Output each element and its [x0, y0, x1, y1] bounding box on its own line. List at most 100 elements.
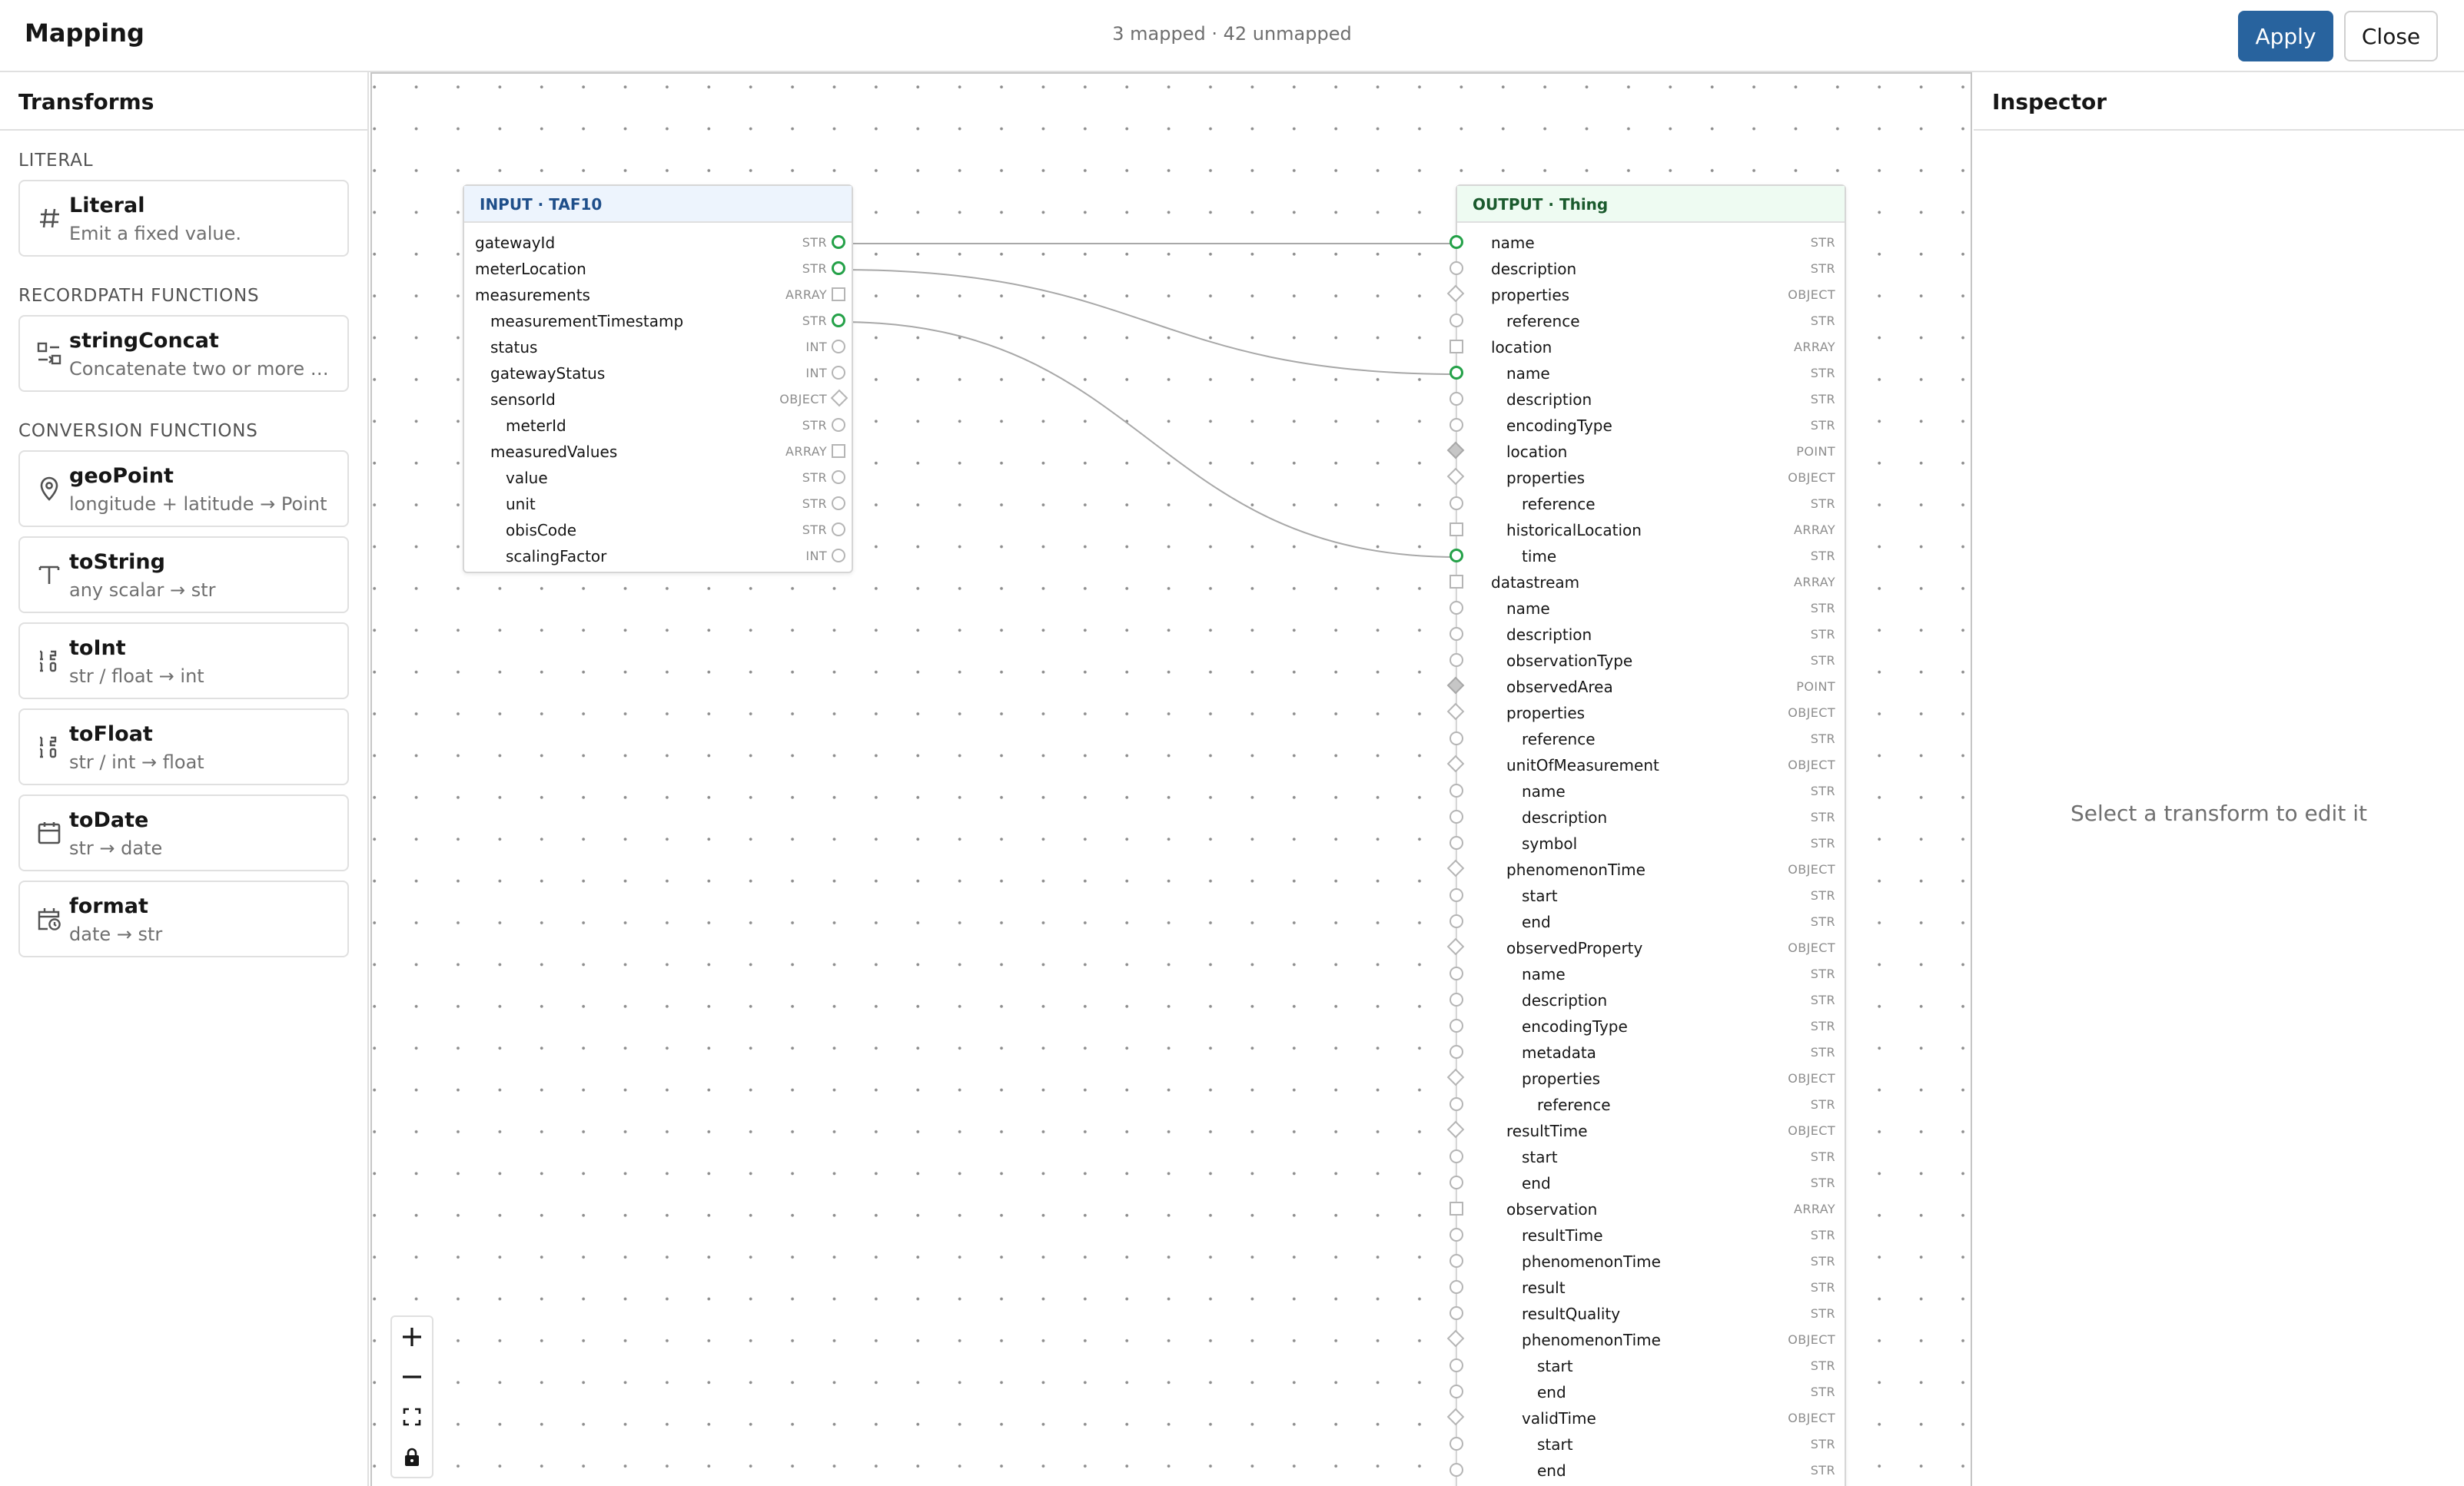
- input-field-measuredValues[interactable]: measuredValues ARRAY: [464, 438, 852, 464]
- output-field-location[interactable]: location ARRAY: [1450, 333, 1845, 360]
- output-field-resultTime[interactable]: resultTime STR: [1450, 1222, 1845, 1248]
- field-port[interactable]: [832, 313, 845, 327]
- field-port[interactable]: [832, 418, 845, 432]
- output-field-observedArea[interactable]: observedArea POINT: [1446, 673, 1845, 699]
- input-field-sensorId[interactable]: sensorId OBJECT: [464, 386, 852, 412]
- lock-icon[interactable]: [392, 1437, 432, 1477]
- field-port[interactable]: [1450, 366, 1463, 380]
- output-field-location[interactable]: location POINT: [1446, 438, 1845, 464]
- field-port[interactable]: [1450, 1097, 1463, 1111]
- mapping-canvas[interactable]: INPUT · TAF10 gatewayId STR meterLocation S…: [370, 72, 1972, 1486]
- field-port[interactable]: [1450, 1254, 1463, 1268]
- output-field-reference[interactable]: reference STR: [1450, 725, 1845, 751]
- output-field-name[interactable]: name STR: [1450, 778, 1845, 804]
- output-field-phenomenonTime[interactable]: phenomenonTime OBJECT: [1446, 1326, 1845, 1352]
- output-field-name[interactable]: name STR: [1450, 360, 1845, 386]
- transform-card-stringconcat[interactable]: stringConcat Concatenate two or more valu…: [18, 315, 349, 392]
- output-field-observationType[interactable]: observationType STR: [1450, 647, 1845, 673]
- output-field-validTime[interactable]: validTime OBJECT: [1446, 1405, 1845, 1431]
- output-field-description[interactable]: description STR: [1450, 804, 1845, 830]
- input-field-scalingFactor[interactable]: scalingFactor INT: [464, 542, 852, 569]
- input-field-measurements[interactable]: measurements ARRAY: [464, 281, 852, 307]
- output-field-encodingType[interactable]: encodingType STR: [1450, 412, 1845, 438]
- field-port[interactable]: [1450, 1358, 1463, 1372]
- output-node[interactable]: OUTPUT · Thing name STR description STR prop…: [1446, 184, 1846, 1486]
- field-port[interactable]: [1450, 810, 1463, 824]
- output-field-properties[interactable]: properties OBJECT: [1446, 1065, 1845, 1091]
- field-port[interactable]: [832, 235, 845, 249]
- output-field-description[interactable]: description STR: [1450, 255, 1845, 281]
- field-port[interactable]: [1450, 235, 1463, 249]
- field-port[interactable]: [832, 470, 845, 484]
- field-port[interactable]: [1450, 392, 1463, 406]
- input-node[interactable]: INPUT · TAF10 gatewayId STR meterLocation S…: [463, 184, 853, 573]
- output-field-reference[interactable]: reference STR: [1450, 1091, 1845, 1117]
- apply-button[interactable]: Apply: [2238, 11, 2333, 61]
- output-field-phenomenonTime[interactable]: phenomenonTime OBJECT: [1446, 856, 1845, 882]
- field-port[interactable]: [1450, 1385, 1463, 1398]
- output-field-unitOfMeasurement[interactable]: unitOfMeasurement OBJECT: [1446, 751, 1845, 778]
- close-button[interactable]: Close: [2344, 11, 2438, 61]
- field-port[interactable]: [832, 444, 845, 458]
- output-field-properties[interactable]: properties OBJECT: [1446, 464, 1845, 490]
- input-field-gatewayId[interactable]: gatewayId STR: [464, 229, 852, 255]
- output-field-description[interactable]: description STR: [1450, 621, 1845, 647]
- fit-view-icon[interactable]: [392, 1397, 432, 1437]
- field-port[interactable]: [830, 389, 848, 407]
- field-port[interactable]: [1450, 888, 1463, 902]
- output-field-reference[interactable]: reference STR: [1450, 490, 1845, 516]
- field-port[interactable]: [1450, 418, 1463, 432]
- output-field-time[interactable]: time STR: [1450, 542, 1845, 569]
- output-field-resultTime[interactable]: resultTime OBJECT: [1446, 1117, 1845, 1143]
- input-field-status[interactable]: status INT: [464, 333, 852, 360]
- field-port[interactable]: [1450, 575, 1463, 589]
- output-field-start[interactable]: start STR: [1450, 1431, 1845, 1457]
- output-field-result[interactable]: result STR: [1450, 1274, 1845, 1300]
- output-field-description[interactable]: description STR: [1450, 386, 1845, 412]
- field-port[interactable]: [1450, 967, 1463, 980]
- field-port[interactable]: [1450, 993, 1463, 1007]
- field-port[interactable]: [1450, 1176, 1463, 1189]
- input-field-gatewayStatus[interactable]: gatewayStatus INT: [464, 360, 852, 386]
- output-field-name[interactable]: name STR: [1450, 960, 1845, 987]
- input-field-obisCode[interactable]: obisCode STR: [464, 516, 852, 542]
- output-field-symbol[interactable]: symbol STR: [1450, 830, 1845, 856]
- field-port[interactable]: [1450, 1280, 1463, 1294]
- field-port[interactable]: [1450, 522, 1463, 536]
- transform-card-geopoint[interactable]: geoPoint longitude + latitude → Point: [18, 450, 349, 527]
- zoom-out-icon[interactable]: [392, 1357, 432, 1397]
- output-field-end[interactable]: end STR: [1450, 908, 1845, 934]
- input-field-measurementTimestamp[interactable]: measurementTimestamp STR: [464, 307, 852, 333]
- output-field-properties[interactable]: properties OBJECT: [1446, 699, 1845, 725]
- field-port[interactable]: [1450, 1463, 1463, 1477]
- field-port[interactable]: [832, 340, 845, 353]
- output-field-observation[interactable]: observation ARRAY: [1450, 1196, 1845, 1222]
- field-port[interactable]: [1450, 914, 1463, 928]
- field-port[interactable]: [1450, 1306, 1463, 1320]
- output-field-end[interactable]: end STR: [1450, 1169, 1845, 1196]
- field-port[interactable]: [1450, 313, 1463, 327]
- output-field-name[interactable]: name STR: [1450, 229, 1845, 255]
- field-port[interactable]: [1450, 731, 1463, 745]
- output-field-properties[interactable]: properties OBJECT: [1446, 281, 1845, 307]
- field-port[interactable]: [1450, 1149, 1463, 1163]
- output-field-start[interactable]: start STR: [1450, 882, 1845, 908]
- field-port[interactable]: [1450, 653, 1463, 667]
- field-port[interactable]: [1450, 1019, 1463, 1033]
- output-field-end[interactable]: end STR: [1450, 1378, 1845, 1405]
- field-port[interactable]: [1450, 496, 1463, 510]
- field-port[interactable]: [832, 287, 845, 301]
- field-port[interactable]: [1450, 601, 1463, 615]
- output-field-start[interactable]: start STR: [1450, 1143, 1845, 1169]
- output-field-datastream[interactable]: datastream ARRAY: [1450, 569, 1845, 595]
- field-port[interactable]: [1450, 340, 1463, 353]
- transform-card-format[interactable]: format date → str: [18, 881, 349, 957]
- connection-wire[interactable]: [839, 321, 1459, 558]
- output-field-description[interactable]: description STR: [1450, 987, 1845, 1013]
- input-field-unit[interactable]: unit STR: [464, 490, 852, 516]
- field-port[interactable]: [1450, 627, 1463, 641]
- output-field-end[interactable]: end STR: [1450, 1457, 1845, 1483]
- field-port[interactable]: [1450, 1045, 1463, 1059]
- transform-card-toint[interactable]: toInt str / float → int: [18, 622, 349, 699]
- input-field-meterId[interactable]: meterId STR: [464, 412, 852, 438]
